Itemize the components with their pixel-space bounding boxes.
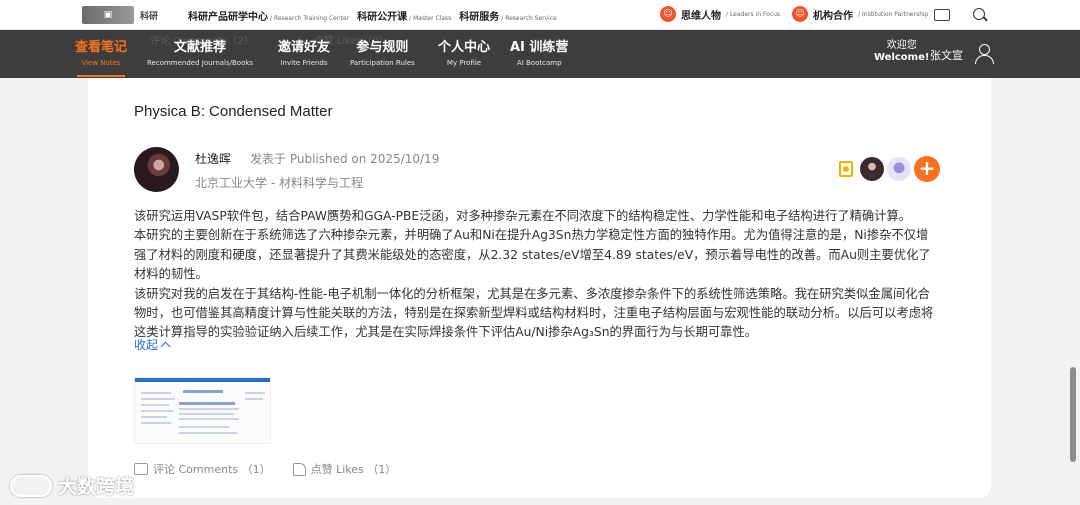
- username[interactable]: 张文宣: [930, 47, 963, 63]
- thumb-line: [245, 392, 265, 394]
- watermark-text: 大数跨境: [58, 476, 135, 498]
- note-paragraph: 该研究对我的启发在于其结构-性能-电子机制一体化的分析框架，尤其是在多元素、多浓…: [134, 286, 934, 340]
- thumbnail-header-band: [135, 378, 270, 382]
- reactor-avatar[interactable]: [860, 157, 884, 181]
- nav-research-service[interactable]: 科研服务 / Research Service: [459, 8, 557, 23]
- tab-recommended[interactable]: 文献推荐 Recommended Journals/Books: [147, 40, 253, 67]
- watermark: 大数跨境: [10, 472, 134, 499]
- top-nav: 科研产品研学中心 / Research Training Center 科研公开课…: [188, 8, 557, 23]
- leaders-link[interactable]: ☺ 思维人物 / Leaders in Focus: [660, 6, 780, 22]
- reactions-area: +: [839, 156, 940, 182]
- logo-text: 科研: [140, 11, 159, 22]
- watermark-logo-icon: [10, 474, 52, 497]
- comment-button[interactable]: 评论 Comments （1）: [134, 461, 271, 477]
- thumb-line: [179, 408, 239, 410]
- like-button[interactable]: 点赞 Likes （1）: [292, 461, 397, 477]
- user-icon[interactable]: [975, 44, 994, 64]
- welcome-text: 欢迎您 Welcome!: [874, 40, 929, 64]
- note-body: 该研究运用VASP软件包，结合PAW赝势和GGA-PBE泛函，对多种掺杂元素在不…: [134, 207, 934, 343]
- collapse-link[interactable]: 收起: [134, 336, 171, 353]
- author-name[interactable]: 杜逸晖: [195, 150, 231, 167]
- author-affiliation: 北京工业大学 - 材料科学与工程: [195, 176, 363, 190]
- top-header: ▣ 科研 科研产品研学中心 / Research Training Center …: [0, 0, 1080, 30]
- add-button[interactable]: +: [914, 156, 940, 182]
- publish-date: 发表于 Published on 2025/10/19: [250, 152, 440, 166]
- thumb-line: [141, 392, 171, 394]
- note-actions: 评论 Comments （1） 点赞 Likes （1）: [134, 461, 396, 477]
- tool-icons: [934, 7, 988, 23]
- thumbs-up-icon: [292, 462, 306, 476]
- thumb-line: [179, 418, 239, 420]
- tab-my-profile[interactable]: 个人中心 My Profile: [438, 40, 490, 67]
- thumb-line: [179, 413, 234, 415]
- chevron-up-icon: [160, 341, 171, 352]
- like-label: 点赞 Likes （1）: [310, 463, 397, 476]
- welcome-en: Welcome!: [874, 52, 930, 63]
- thumb-line: [179, 402, 235, 405]
- thumb-line: [141, 410, 173, 412]
- nav-master-class[interactable]: 科研公开课 / Master Class: [357, 8, 451, 23]
- main-nav: 评论 Comments（2） 点赞 Likes（2） 查看笔记 View Note…: [0, 30, 1080, 78]
- comment-icon: [134, 463, 148, 475]
- medal-icon: [839, 161, 853, 177]
- logo-mark: ▣: [82, 6, 134, 24]
- thumb-line: [245, 398, 263, 400]
- reactor-avatar[interactable]: [887, 157, 911, 181]
- thumb-line: [141, 398, 175, 400]
- thumb-line: [141, 416, 167, 418]
- journal-title: Physica B: Condensed Matter: [134, 103, 333, 120]
- leaders-icon: ☺: [660, 6, 676, 22]
- thumb-line: [141, 422, 171, 424]
- tab-ai-bootcamp[interactable]: AI 训练营 AI Bootcamp: [510, 40, 568, 67]
- institution-icon: ☺: [792, 6, 809, 22]
- note-paragraph: 本研究的主要创新在于系统筛选了六种掺杂元素，并明确了Au和Ni在提升Ag3Sn热…: [134, 228, 931, 282]
- search-icon[interactable]: [972, 7, 988, 23]
- comment-label: 评论 Comments （1）: [153, 463, 271, 476]
- scrollbar-thumb[interactable]: [1070, 367, 1076, 462]
- tab-view-notes[interactable]: 查看笔记 View Notes: [75, 40, 127, 77]
- tab-invite-friends[interactable]: 邀请好友 Invite Friends: [278, 40, 330, 67]
- thumb-line: [179, 426, 229, 428]
- collapse-label: 收起: [134, 338, 159, 352]
- author-avatar[interactable]: [134, 147, 179, 192]
- top-right-links: ☺ 思维人物 / Leaders in Focus ☺ 机构合作 / Instituti…: [660, 6, 928, 22]
- note-paragraph: 该研究运用VASP软件包，结合PAW赝势和GGA-PBE泛函，对多种掺杂元素在不…: [134, 209, 912, 223]
- note-card: Physica B: Condensed Matter 杜逸晖 发表于 Publ…: [88, 78, 991, 498]
- site-logo[interactable]: ▣ 科研: [82, 6, 158, 24]
- welcome-cn: 欢迎您: [886, 40, 917, 51]
- thumb-line: [183, 390, 223, 393]
- nav-research-training[interactable]: 科研产品研学中心 / Research Training Center: [188, 8, 349, 23]
- attachment-thumbnail[interactable]: [134, 377, 271, 444]
- thumb-line: [141, 404, 169, 406]
- thumb-line: [179, 432, 237, 434]
- certificate-icon[interactable]: [934, 9, 950, 21]
- tab-participation-rules[interactable]: 参与规则 Participation Rules: [350, 40, 415, 67]
- institution-link[interactable]: ☺ 机构合作 / Institution Partnership: [792, 6, 928, 22]
